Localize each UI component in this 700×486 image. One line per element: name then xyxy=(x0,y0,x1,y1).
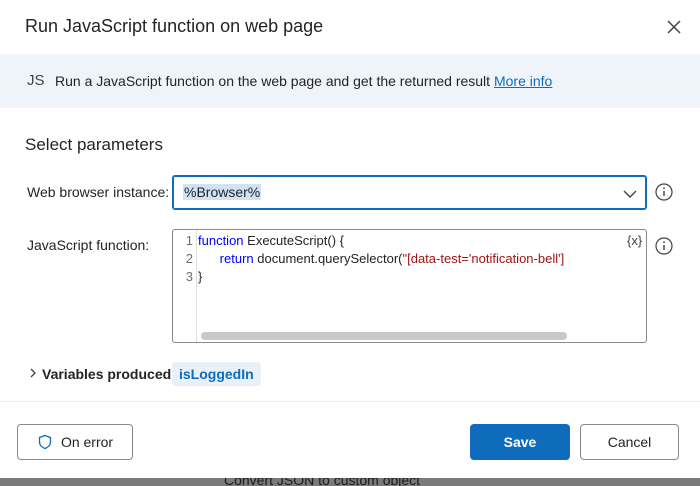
info-bar: JS Run a JavaScript function on the web … xyxy=(0,54,700,108)
browser-instance-label: Web browser instance: xyxy=(27,184,170,200)
chevron-down-icon xyxy=(623,190,637,198)
line-number-gutter: 1 2 3 xyxy=(173,230,197,342)
info-icon[interactable] xyxy=(655,237,673,255)
code-keyword: function xyxy=(198,233,244,248)
code-text: } xyxy=(198,269,203,284)
code-keyword: return xyxy=(219,251,254,266)
on-error-button[interactable]: On error xyxy=(17,424,133,460)
cancel-button[interactable]: Cancel xyxy=(580,424,679,460)
dialog-title: Run JavaScript function on web page xyxy=(25,16,324,36)
section-title: Select parameters xyxy=(25,135,163,154)
code-line: } xyxy=(198,269,202,284)
on-error-label: On error xyxy=(60,434,114,450)
info-text: Run a JavaScript function on the web pag… xyxy=(55,73,552,89)
background-overlay: Convert JSON to custom object xyxy=(0,478,700,486)
save-button[interactable]: Save xyxy=(470,424,570,460)
line-number: 1 xyxy=(185,233,193,248)
insert-variable-button[interactable]: {x} xyxy=(627,233,642,248)
chevron-right-icon xyxy=(30,368,36,378)
close-button[interactable] xyxy=(664,17,684,37)
footer-divider xyxy=(0,401,700,402)
javascript-code-editor[interactable]: 1 2 3 function ExecuteScript() { return … xyxy=(172,229,647,343)
variable-chip[interactable]: isLoggedIn xyxy=(172,362,261,386)
line-number: 2 xyxy=(185,251,193,266)
more-info-link[interactable]: More info xyxy=(494,73,552,89)
dialog-header: Run JavaScript function on web page xyxy=(0,0,700,54)
code-line: function ExecuteScript() { xyxy=(198,233,344,248)
info-description: Run a JavaScript function on the web pag… xyxy=(55,73,491,89)
horizontal-scrollbar[interactable] xyxy=(201,332,567,340)
code-text: ExecuteScript() { xyxy=(243,233,344,248)
line-number: 3 xyxy=(185,269,193,284)
variables-produced-label: Variables produced xyxy=(42,366,172,382)
code-string: "[data-test='notification-bell'] xyxy=(402,251,565,266)
dialog: Run JavaScript function on web page JS R… xyxy=(0,0,700,478)
javascript-function-label: JavaScript function: xyxy=(27,237,150,253)
info-icon[interactable] xyxy=(655,183,673,201)
browser-instance-select[interactable]: %Browser% xyxy=(172,175,647,210)
browser-instance-value: %Browser% xyxy=(183,184,262,200)
js-icon: JS xyxy=(27,72,45,89)
close-icon xyxy=(667,20,681,34)
shield-icon xyxy=(38,434,52,450)
code-text: document.querySelector( xyxy=(253,251,403,266)
background-action-text: Convert JSON to custom object xyxy=(224,478,421,486)
code-line: return document.querySelector("[data-tes… xyxy=(198,251,565,266)
